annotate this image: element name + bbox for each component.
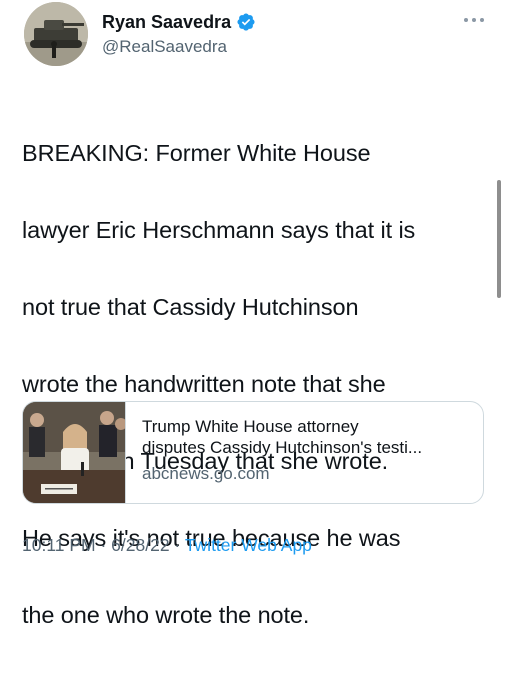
card-thumbnail — [23, 402, 126, 503]
card-body: Trump White House attorney disputes Cass… — [126, 402, 483, 503]
tweet-text-line: lawyer Eric Herschmann says that it is — [22, 216, 416, 243]
tweet-date[interactable]: 6/28/22 — [111, 535, 169, 555]
author-name-row: Ryan Saavedra — [102, 10, 256, 34]
author-display-name[interactable]: Ryan Saavedra — [102, 12, 231, 33]
card-title-line-1: Trump White House attorney — [142, 417, 359, 436]
hearing-photo-thumbnail — [23, 402, 125, 503]
tweet-meta: 10:11 PM · 6/28/22 · Twitter Web App — [22, 535, 312, 556]
tweet-text-line: wrote the handwritten note that she — [22, 370, 386, 397]
tweet-container: Ryan Saavedra @RealSaavedra BREAKING: Fo… — [0, 0, 506, 628]
author-avatar[interactable] — [24, 2, 88, 66]
meta-separator: · — [95, 535, 112, 555]
meta-separator: · — [169, 535, 185, 555]
more-options-icon — [464, 18, 484, 22]
card-domain: abcnews.go.com — [142, 464, 270, 483]
tweet-text-line: BREAKING: Former White House — [22, 139, 371, 166]
more-options-button[interactable] — [462, 8, 486, 32]
verified-badge-icon — [236, 12, 256, 32]
tweet-text: BREAKING: Former White House lawyer Eric… — [22, 95, 482, 673]
scrollbar[interactable] — [497, 180, 501, 298]
tweet-time[interactable]: 10:11 PM — [22, 535, 96, 555]
card-title-line-2: disputes Cassidy Hutchinson's testi... — [142, 438, 423, 457]
link-preview-card[interactable]: Trump White House attorney disputes Cass… — [22, 401, 484, 504]
tweet-text-line: not true that Cassidy Hutchinson — [22, 293, 359, 320]
author-handle[interactable]: @RealSaavedra — [102, 37, 227, 57]
tweet-source-link[interactable]: Twitter Web App — [185, 535, 312, 555]
tweet-text-line: the one who wrote the note. — [22, 601, 310, 628]
tank-photo-avatar — [24, 2, 88, 66]
